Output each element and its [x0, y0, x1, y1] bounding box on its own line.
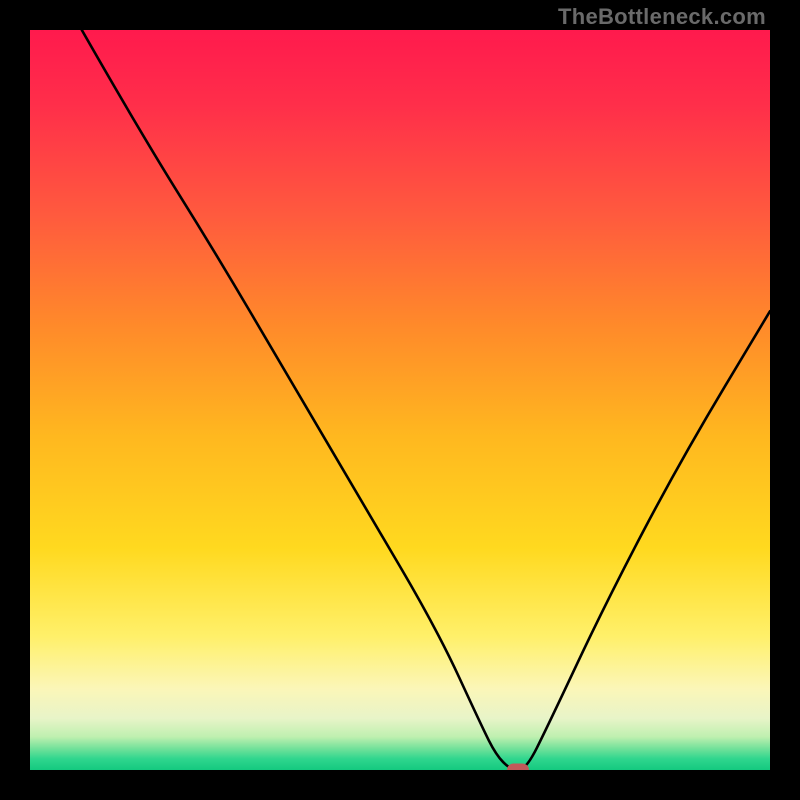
- watermark-text: TheBottleneck.com: [558, 4, 766, 30]
- plot-area: [30, 30, 770, 770]
- chart-container: TheBottleneck.com: [0, 0, 800, 800]
- curve-svg: [30, 30, 770, 770]
- bottleneck-curve: [82, 30, 770, 770]
- optimal-marker: [507, 764, 529, 771]
